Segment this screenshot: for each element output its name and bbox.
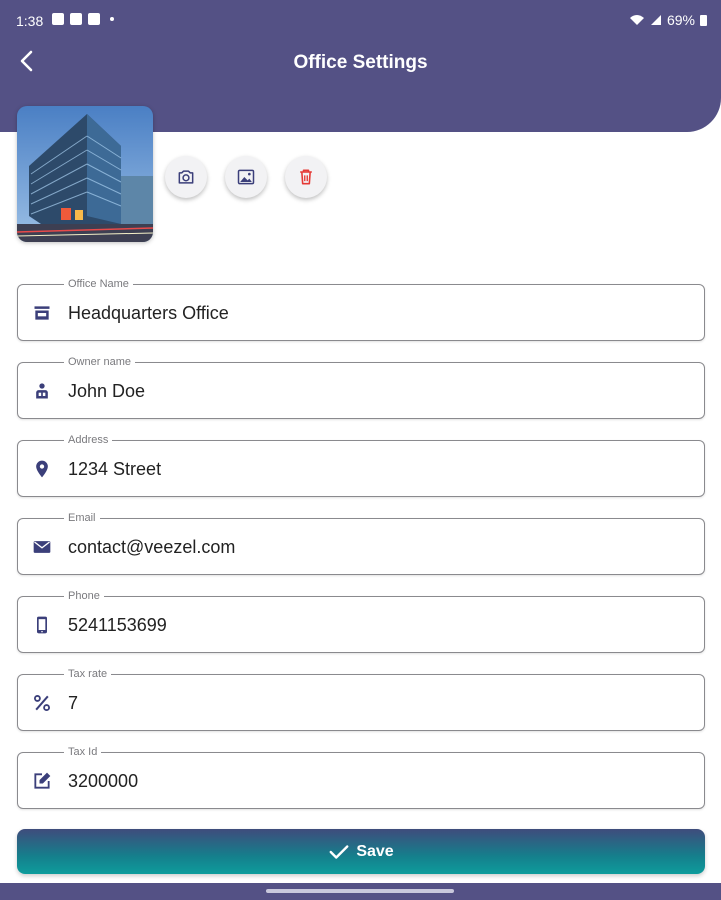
- home-gesture-handle[interactable]: [266, 889, 454, 893]
- field-label: Owner name: [64, 355, 135, 369]
- field-label: Email: [64, 511, 100, 525]
- sigma-notification-icon: [88, 13, 100, 25]
- field-label: Phone: [64, 589, 104, 603]
- field-label: Tax Id: [64, 745, 102, 759]
- address-field[interactable]: Address: [17, 433, 705, 497]
- check-icon: [329, 844, 349, 859]
- tax-id-input[interactable]: [68, 771, 688, 792]
- battery-text: 69%: [666, 12, 695, 28]
- notification-icons: [52, 13, 114, 25]
- office-name-input[interactable]: [68, 303, 688, 324]
- office-building-image: [17, 106, 153, 242]
- wifi-icon: [629, 15, 644, 25]
- more-notifications-icon: [110, 17, 114, 21]
- tax-id-field[interactable]: Tax Id: [17, 745, 705, 809]
- edit-icon: [31, 770, 53, 792]
- office-photo[interactable]: [17, 106, 153, 242]
- save-button-label: Save: [356, 842, 394, 860]
- tax-rate-field[interactable]: Tax rate: [17, 667, 705, 731]
- signal-icon: [650, 15, 661, 25]
- email-field[interactable]: Email: [17, 511, 705, 575]
- status-right: 69%: [629, 12, 707, 28]
- field-label: Office Name: [64, 277, 133, 291]
- system-nav-bar: [0, 883, 721, 900]
- app-notification-icon: [70, 13, 82, 25]
- phone-input[interactable]: [68, 615, 688, 636]
- camera-button[interactable]: [165, 156, 207, 198]
- field-label: Address: [64, 433, 113, 447]
- owner-name-field[interactable]: Owner name: [17, 355, 705, 419]
- trash-icon: [300, 169, 312, 185]
- gallery-button[interactable]: [225, 156, 267, 198]
- status-time: 1:38: [16, 13, 44, 29]
- save-button[interactable]: Save: [17, 829, 705, 874]
- location-pin-icon: [31, 458, 53, 480]
- battery-icon: [700, 14, 707, 26]
- envelope-icon: [31, 536, 53, 558]
- status-bar: 1:38 69%: [0, 0, 721, 42]
- office-settings-screen: 1:38 69% Office Settings Office Name Hea…: [0, 0, 721, 900]
- image-notification-icon: [52, 13, 64, 25]
- field-label: Tax rate: [64, 667, 112, 681]
- phone-icon: [31, 614, 53, 636]
- delete-photo-button[interactable]: [285, 156, 327, 198]
- office-name-field[interactable]: Office Name: [17, 277, 705, 341]
- page-title: Office Settings: [293, 52, 428, 73]
- owner-name-input[interactable]: [68, 381, 688, 402]
- image-icon: [237, 169, 255, 185]
- camera-icon: [178, 170, 194, 184]
- percent-icon: [31, 692, 53, 714]
- email-input[interactable]: [68, 537, 688, 558]
- address-input[interactable]: [68, 459, 688, 480]
- person-badge-icon: [31, 380, 53, 402]
- tax-rate-input[interactable]: [68, 693, 688, 714]
- phone-field[interactable]: Phone: [17, 589, 705, 653]
- store-icon: [31, 302, 53, 324]
